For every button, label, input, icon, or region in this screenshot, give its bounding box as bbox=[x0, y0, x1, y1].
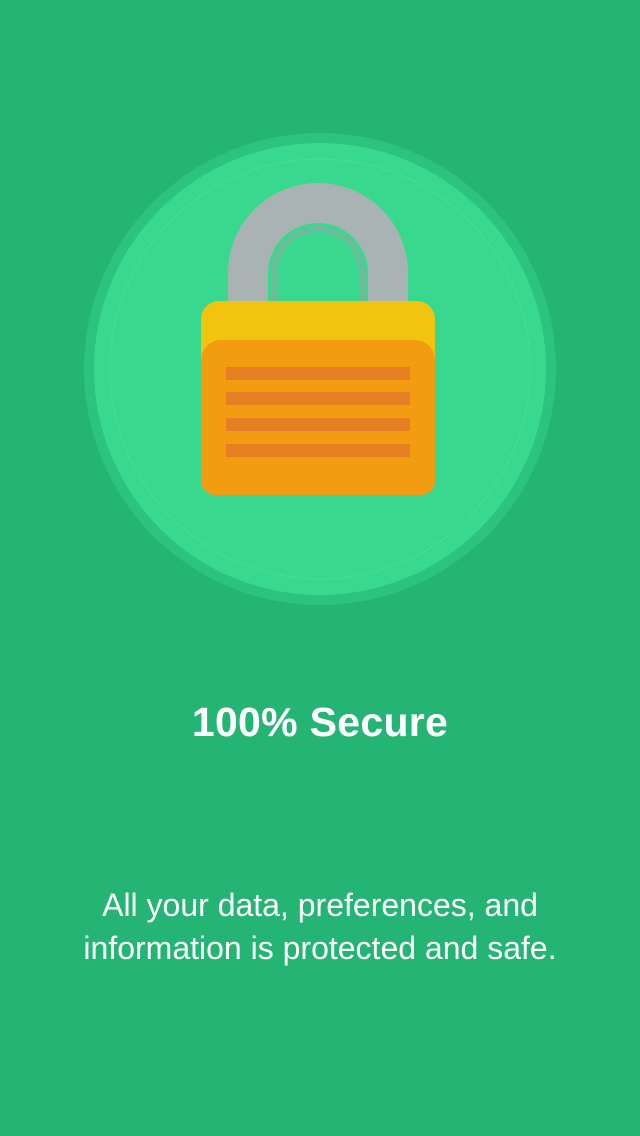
padlock-stripe-2 bbox=[226, 392, 410, 405]
onboarding-screen: 100% Secure All your data, preferences, … bbox=[0, 0, 640, 1136]
padlock-stripe-4 bbox=[226, 444, 410, 457]
headline: 100% Secure bbox=[191, 699, 449, 745]
hero-illustration bbox=[84, 133, 556, 605]
padlock-stripe-1 bbox=[226, 367, 410, 380]
description-line-2: information is protected and safe. bbox=[83, 930, 557, 966]
padlock-body-bottom bbox=[201, 463, 435, 495]
padlock-illustration bbox=[84, 133, 556, 605]
description: All your data, preferences, and informat… bbox=[40, 884, 600, 970]
description-line-1: All your data, preferences, and bbox=[102, 887, 538, 923]
padlock-stripe-3 bbox=[226, 418, 410, 431]
